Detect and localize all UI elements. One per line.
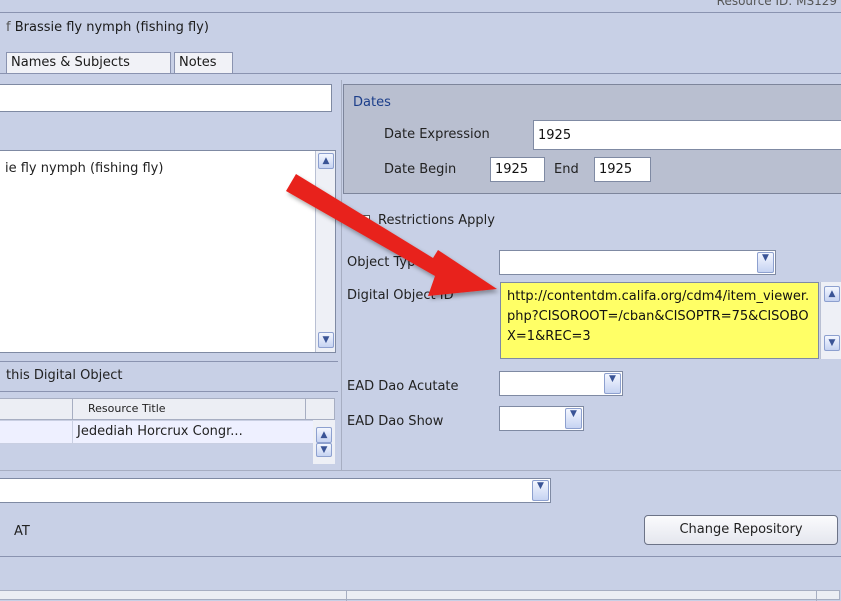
chevron-down-icon[interactable]: ▼	[565, 408, 582, 429]
chevron-down-icon[interactable]: ▼	[757, 252, 774, 273]
ead-dao-actuate-select[interactable]: ▼	[499, 371, 623, 396]
tab-divider	[0, 73, 841, 74]
section-separator-4	[0, 556, 841, 557]
ead-dao-show-select[interactable]: ▼	[499, 406, 584, 431]
object-type-select[interactable]: ▼	[499, 250, 776, 275]
chevron-down-icon[interactable]: ▼	[604, 373, 621, 394]
column-divider	[305, 399, 306, 419]
title-textarea-text: ie fly nymph (fishing fly)	[5, 161, 164, 176]
ead-dao-show-label: EAD Dao Show	[347, 414, 444, 429]
section-separator	[0, 361, 338, 362]
tab-names-subjects[interactable]: Names & Subjects	[6, 52, 171, 73]
section-separator-3	[0, 470, 841, 471]
section-separator-2	[0, 391, 338, 392]
record-title-text: Brassie fly nymph (fishing fly)	[14, 20, 209, 35]
dates-legend: Dates	[353, 95, 391, 110]
column-separator	[341, 80, 342, 470]
scroll-up-icon[interactable]: ▲	[318, 153, 334, 169]
digital-object-id-text: http://contentdm.califa.org/cdm4/item_vi…	[507, 289, 810, 344]
restrictions-label: Restrictions Apply	[378, 213, 495, 228]
date-expression-input[interactable]	[533, 120, 841, 150]
title-prefix-fragment: f	[6, 20, 15, 35]
bottom-table-header-partial	[0, 590, 840, 601]
title-textarea[interactable]: ie fly nymph (fishing fly) ▲ ▼	[0, 150, 336, 353]
date-begin-label: Date Begin	[384, 162, 457, 177]
tab-names-subjects-label: Names & Subjects	[11, 55, 130, 70]
scroll-up-icon[interactable]: ▲	[316, 427, 332, 443]
title-input[interactable]	[0, 84, 332, 112]
scroll-down-icon[interactable]: ▼	[318, 332, 334, 348]
digital-object-id-textarea[interactable]: http://contentdm.califa.org/cdm4/item_vi…	[500, 282, 819, 359]
record-title: f Brassie fly nymph (fishing fly)	[6, 20, 209, 35]
dates-panel: Dates Date Expression Date Begin End	[343, 84, 841, 194]
digital-object-id-label: Digital Object ID	[347, 288, 454, 303]
scroll-up-icon[interactable]: ▲	[824, 286, 840, 302]
object-type-label: Object Typ	[347, 255, 416, 270]
repository-name: AT	[14, 524, 30, 539]
linked-resources-table-header: Resource Title	[0, 398, 335, 420]
linked-section-label: this Digital Object	[6, 368, 123, 383]
column-divider	[72, 399, 73, 419]
date-expression-label: Date Expression	[384, 127, 490, 142]
scroll-down-icon[interactable]: ▼	[316, 443, 332, 457]
textarea-scrollbar[interactable]: ▲ ▼	[315, 151, 335, 352]
resource-id-text: Resource ID: MS129	[716, 0, 837, 8]
change-repository-button[interactable]: Change Repository	[644, 515, 838, 545]
column-divider	[72, 421, 73, 443]
table-cell-resource-title: Jedediah Horcrux Congr...	[77, 424, 243, 439]
date-end-label: End	[554, 162, 579, 177]
chevron-down-icon[interactable]: ▼	[532, 480, 549, 501]
tab-notes-label: Notes	[179, 55, 217, 70]
restrictions-checkbox[interactable]	[357, 215, 370, 228]
date-begin-input[interactable]	[490, 157, 545, 182]
digital-object-id-scrollbar[interactable]: ▲ ▼	[820, 282, 841, 359]
resource-title-column-header[interactable]: Resource Title	[88, 402, 166, 415]
window-top-strip: Resource ID: MS129	[0, 0, 841, 13]
scroll-down-icon[interactable]: ▼	[824, 335, 840, 351]
table-scrollbar[interactable]: ▲ ▼	[313, 420, 335, 464]
date-end-input[interactable]	[594, 157, 651, 182]
ead-dao-actuate-label: EAD Dao Acutate	[347, 379, 459, 394]
table-row[interactable]: Jedediah Horcrux Congr...	[0, 420, 315, 444]
repository-select[interactable]: ▼	[0, 478, 551, 503]
tab-notes[interactable]: Notes	[174, 52, 233, 73]
